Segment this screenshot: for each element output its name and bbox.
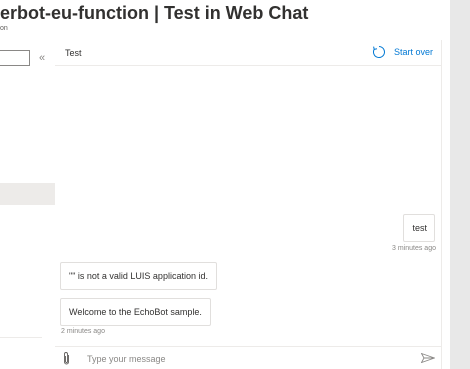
paperclip-icon[interactable] [62,351,71,366]
chat-header: Test Start over [55,40,441,66]
refresh-icon [372,45,386,59]
left-pane-selected-item[interactable] [0,183,55,205]
bot-message-timestamp: 2 minutes ago [61,328,105,335]
user-message-bubble: test [403,214,435,242]
page-subtitle: on [0,25,8,32]
collapse-pane-button[interactable]: « [39,51,45,65]
message-input[interactable] [87,350,407,367]
panel-border [441,40,450,369]
start-over-label: Start over [393,47,433,57]
left-pane: « [0,40,55,369]
bot-message-bubble: Welcome to the EchoBot sample. [60,298,211,326]
chat-header-title: Test [65,48,82,58]
send-icon[interactable] [421,353,435,363]
page-scrollbar[interactable] [450,0,470,369]
user-message-timestamp: 3 minutes ago [392,245,436,252]
page-title: erbot-eu-function | Test in Web Chat [0,3,309,23]
start-over-button[interactable]: Start over [372,45,433,59]
left-pane-search-input[interactable] [0,50,30,66]
web-chat-panel: Test Start over test 3 minutes ago "" is… [55,40,441,369]
left-pane-divider [0,337,42,338]
bot-message-bubble: "" is not a valid LUIS application id. [60,262,217,290]
message-composer [55,346,441,369]
